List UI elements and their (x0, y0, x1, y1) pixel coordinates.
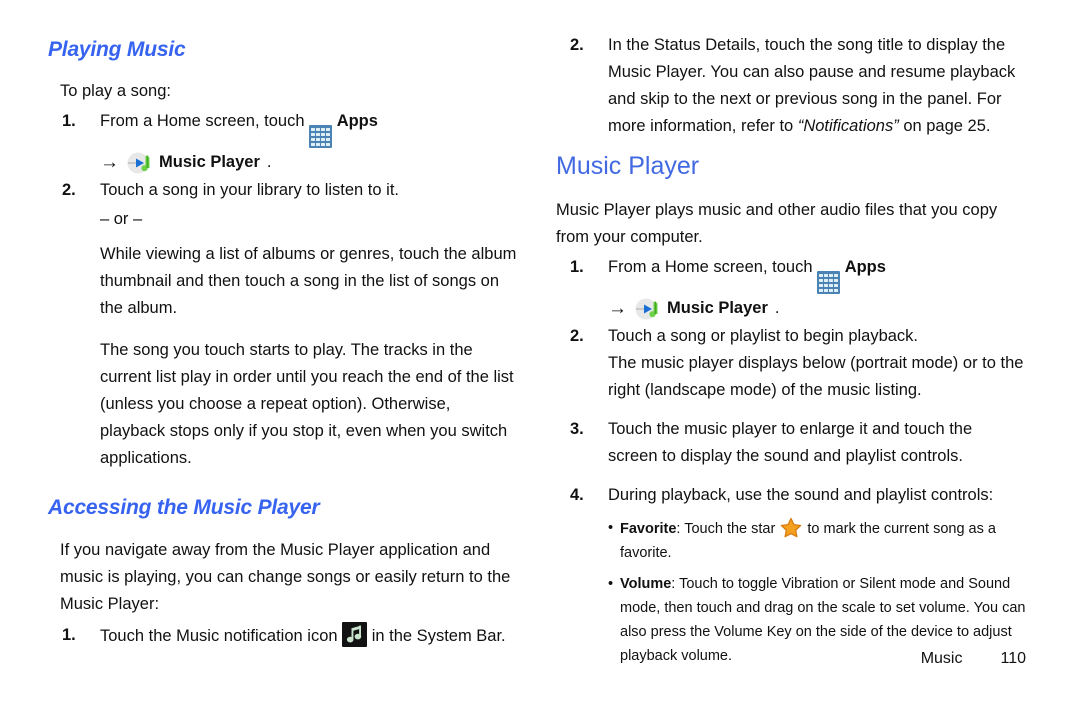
star-favorite-icon[interactable] (779, 516, 803, 539)
bullet-label: Volume (620, 576, 672, 593)
substep-period: . (266, 153, 272, 172)
step-number: 4. (570, 486, 584, 505)
step-item: 2. Touch a song or playlist to begin pla… (556, 323, 1026, 350)
cross-reference-link[interactable]: “Notifications” (798, 117, 899, 135)
substep-music-player: → Music Player. (556, 294, 1026, 323)
bullet-point: • (608, 520, 614, 537)
substep-music-player: → Music Player. (48, 148, 518, 177)
apps-label: Apps (336, 112, 378, 130)
right-column: 2. In the Status Details, touch the song… (556, 0, 1026, 668)
step-item: 2. In the Status Details, touch the song… (556, 32, 1026, 140)
step-text: From a Home screen, touch (100, 112, 305, 130)
playback-result-paragraph: The song you touch starts to play. The t… (100, 341, 514, 468)
music-player-intro: Music Player plays music and other audio… (556, 201, 998, 246)
page-footer: Music 110 (556, 650, 1026, 668)
apps-label: Apps (844, 258, 886, 276)
music-player-app-icon[interactable] (126, 150, 152, 176)
step-text: From a Home screen, touch (608, 258, 813, 276)
page-title: Music Player (556, 152, 700, 180)
bullet-separator: : (671, 576, 676, 593)
bullet-label: Favorite (620, 521, 677, 538)
step-number: 1. (62, 626, 76, 645)
step-number: 2. (570, 36, 584, 54)
music-notification-icon[interactable] (342, 622, 368, 648)
step-text: Touch a song in your library to listen t… (100, 181, 399, 200)
alternate-method-paragraph: While viewing a list of albums or genres… (100, 245, 517, 318)
step-continuation: The music player displays below (portrai… (608, 354, 1024, 400)
step-text-after-icon: in the System Bar. (371, 627, 506, 646)
step-text: Touch the music player to enlarge it and… (608, 420, 973, 466)
bullet-separator: : (676, 521, 681, 538)
step-text: Touch a song or playlist to begin playba… (608, 327, 919, 346)
step-item: 4. During playback, use the sound and pl… (556, 482, 1026, 509)
substep-period: . (774, 299, 780, 318)
step-number: 2. (62, 181, 76, 200)
list-item: • Favorite: Touch the star to mark the c… (556, 516, 1026, 565)
arrow-right-icon: → (608, 298, 627, 320)
bullet-point: • (608, 576, 614, 593)
section-heading-accessing-music-player: Accessing the Music Player (48, 496, 320, 520)
step-number: 2. (570, 327, 584, 346)
music-player-label: Music Player (667, 299, 768, 318)
step-item: 3. Touch the music player to enlarge it … (556, 416, 1026, 470)
apps-grid-icon[interactable] (817, 271, 841, 295)
intro-text: To play a song: (60, 82, 171, 100)
music-player-app-icon[interactable] (634, 296, 660, 322)
manual-page: Playing Music To play a song: 1. From a … (0, 0, 1080, 720)
step-item: 2. Touch a song in your library to liste… (48, 177, 518, 204)
footer-chapter: Music (920, 650, 963, 667)
apps-grid-icon[interactable] (309, 125, 333, 149)
step-text: Touch the Music notification icon (100, 627, 338, 646)
step-number: 1. (62, 112, 76, 130)
accessing-paragraph: If you navigate away from the Music Play… (60, 541, 511, 614)
footer-page-number: 110 (1000, 650, 1026, 667)
step-item: 1. From a Home screen, touch Apps (48, 108, 518, 149)
step-item: 1. From a Home screen, touch Apps (556, 254, 1026, 295)
step-number: 3. (570, 420, 584, 439)
bullet-text: Touch the star (684, 521, 776, 538)
step-item: 1. Touch the Music notification icon in … (48, 622, 518, 650)
step-text-after-reference: on page 25. (903, 117, 991, 135)
step-number: 1. (570, 258, 584, 276)
section-heading-playing-music: Playing Music (48, 38, 186, 61)
arrow-right-icon: → (100, 152, 119, 174)
music-player-label: Music Player (159, 153, 260, 172)
left-column: Playing Music To play a song: 1. From a … (48, 0, 518, 650)
or-divider: – or – (100, 210, 143, 229)
step-text: During playback, use the sound and playl… (608, 486, 994, 505)
